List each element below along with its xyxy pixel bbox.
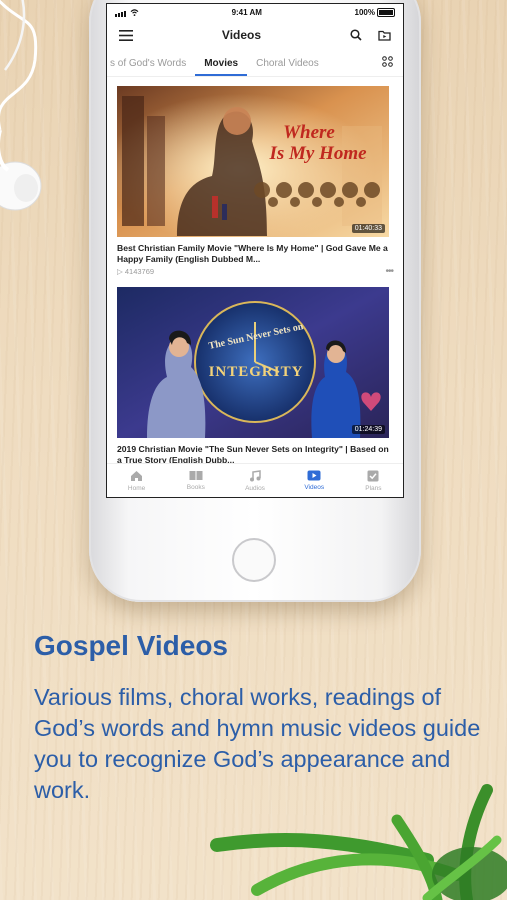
signal-icon: [115, 8, 127, 17]
nav-home-label: Home: [127, 484, 146, 492]
plan-check-icon: [367, 470, 379, 481]
nav-books[interactable]: Books: [166, 464, 225, 497]
video-title[interactable]: Best Christian Family Movie "Where Is My…: [117, 243, 393, 265]
nav-audios[interactable]: Audios: [225, 464, 284, 497]
home-icon: [131, 470, 143, 481]
video-duration: 01:40:33: [351, 224, 385, 233]
poster-title-line-1: Where: [283, 122, 335, 143]
tab-choral-videos[interactable]: Choral Videos: [247, 58, 328, 76]
battery-percent: 100%: [354, 7, 375, 17]
phone-screen: 9:41 AM 100% Videos s of God's Words Mov…: [106, 3, 404, 498]
phone-device: 9:41 AM 100% Videos s of God's Words Mov…: [89, 0, 421, 602]
video-thumbnail[interactable]: The Sun Never Sets on INTEGRITY 01:24:39: [117, 287, 389, 438]
video-duration: 01:24:39: [351, 425, 385, 434]
book-icon: [189, 471, 203, 480]
nav-videos-label: Videos: [304, 484, 325, 491]
tab-movies[interactable]: Movies: [195, 58, 248, 76]
search-icon[interactable]: [350, 29, 362, 41]
grid-categories-icon[interactable]: [382, 56, 393, 67]
nav-plans-label: Plans: [365, 484, 382, 492]
nav-home[interactable]: Home: [107, 464, 166, 497]
wifi-icon: [130, 8, 139, 16]
video-thumbnail[interactable]: Where Is My Home 01:40:33: [117, 86, 389, 237]
phone-home-button: [232, 538, 276, 582]
page-title: Videos: [221, 28, 262, 42]
caption: Gospel Videos: [34, 630, 228, 662]
poster-title-line-2: Is My Home: [269, 143, 367, 164]
nav-videos[interactable]: Videos: [285, 464, 344, 497]
video-meta: ▷ 4143769 •••: [117, 266, 394, 277]
video-play-icon: [307, 470, 321, 481]
poster-title-line-2: INTEGRITY: [208, 364, 304, 380]
nav-books-label: Books: [186, 484, 205, 491]
tab-gods-words[interactable]: s of God's Words: [107, 58, 195, 76]
app-bar: Videos: [107, 20, 403, 50]
hamburger-menu-icon[interactable]: [119, 29, 133, 41]
caption-description: Various films, choral works, readings of…: [34, 684, 481, 803]
more-options-icon[interactable]: •••: [385, 266, 393, 277]
earphones-decoration: [0, 0, 42, 211]
status-time: 9:41 AM: [231, 7, 262, 17]
play-folder-icon[interactable]: [378, 30, 391, 41]
video-card[interactable]: The Sun Never Sets on INTEGRITY 01:24:39…: [117, 287, 394, 478]
music-note-icon: [250, 469, 261, 481]
nav-audios-label: Audios: [245, 484, 265, 492]
status-bar: 9:41 AM 100%: [107, 4, 403, 20]
nav-plans[interactable]: Plans: [344, 464, 403, 497]
category-tabs: s of God's Words Movies Choral Videos: [107, 50, 403, 77]
bottom-navigation: Home Books Audios Videos Plans: [107, 463, 403, 497]
caption-headline: Gospel Videos: [34, 630, 228, 661]
battery-icon: [376, 7, 395, 17]
video-views: 4143769: [124, 267, 155, 276]
video-card[interactable]: Where Is My Home 01:40:33 Best Christian…: [117, 86, 394, 277]
festival-laurels: [254, 182, 380, 207]
battery-indicator: 100%: [354, 7, 395, 17]
views-play-icon: ▷: [117, 267, 125, 276]
